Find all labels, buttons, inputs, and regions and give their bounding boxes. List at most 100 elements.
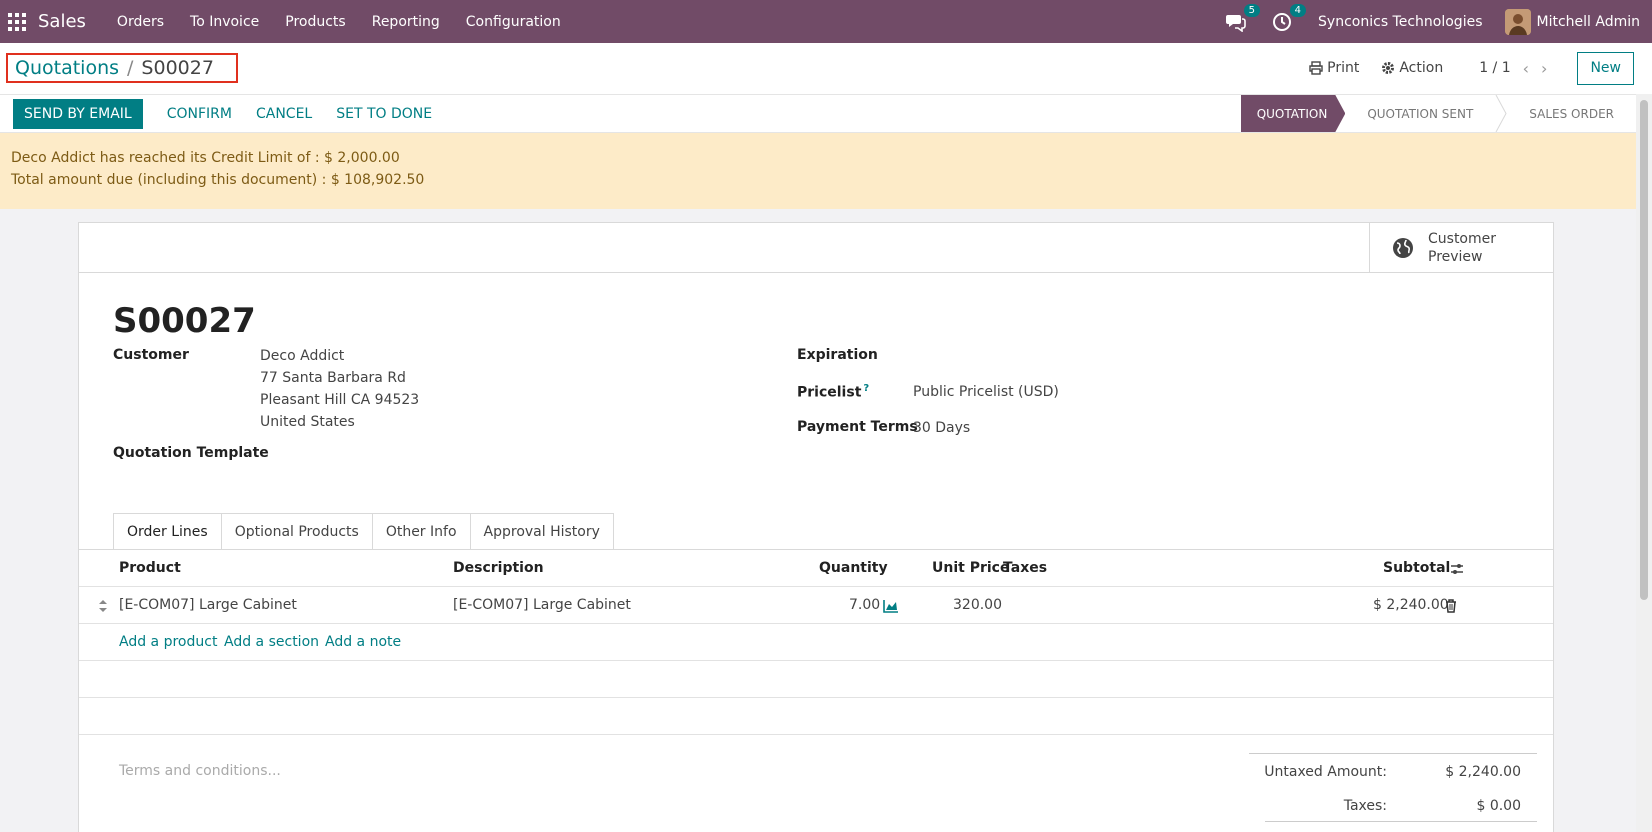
row-subtotal: $ 2,240.00: [1373, 597, 1449, 613]
pager: 1 / 1 ‹ ›: [1479, 59, 1547, 78]
confirm-button[interactable]: CONFIRM: [167, 106, 232, 122]
activities-button[interactable]: 4: [1272, 3, 1307, 32]
totals-block: Untaxed Amount: $ 2,240.00 Taxes: $ 0.00: [1249, 753, 1537, 822]
add-section-link[interactable]: Add a section: [224, 634, 319, 650]
taxes-label: Taxes:: [1343, 798, 1387, 814]
button-box: Customer Preview: [79, 223, 1553, 273]
notebook-tabs: Order Lines Optional Products Other Info…: [113, 513, 614, 550]
print-label: Print: [1327, 60, 1360, 76]
taxes-value: $ 0.00: [1476, 798, 1521, 814]
menu-orders[interactable]: Orders: [117, 14, 164, 30]
row-unit-price[interactable]: 320.00: [953, 597, 1002, 613]
order-title: S00027: [113, 301, 256, 341]
breadcrumb-separator: /: [127, 57, 134, 79]
row-quantity[interactable]: 7.00: [849, 597, 880, 613]
column-description[interactable]: Description: [453, 560, 544, 576]
payment-terms-field[interactable]: 30 Days: [913, 417, 970, 439]
menu-reporting[interactable]: Reporting: [372, 14, 440, 30]
empty-row: [79, 661, 1553, 698]
scrollbar-thumb[interactable]: [1640, 100, 1648, 600]
cancel-button[interactable]: CANCEL: [256, 106, 312, 122]
add-line-row: Add a product Add a section Add a note: [79, 624, 1553, 661]
globe-icon: [1393, 237, 1413, 258]
empty-row: [79, 698, 1553, 735]
app-name[interactable]: Sales: [38, 11, 86, 32]
quotation-template-label: Quotation Template: [113, 445, 269, 461]
print-button[interactable]: Print: [1309, 60, 1359, 76]
user-avatar[interactable]: [1504, 8, 1531, 35]
table-row[interactable]: [E-COM07] Large Cabinet [E-COM07] Large …: [79, 587, 1553, 624]
stage-quotation-sent[interactable]: QUOTATION SENT: [1345, 95, 1495, 132]
page-scrollbar[interactable]: [1636, 94, 1652, 832]
user-avatar-icon: [1504, 8, 1531, 35]
form-sheet: Customer Preview S00027 Customer Deco Ad…: [78, 222, 1554, 832]
add-product-link[interactable]: Add a product: [119, 634, 217, 650]
user-menu[interactable]: Mitchell Admin: [1537, 14, 1641, 30]
optional-columns-icon[interactable]: [1450, 562, 1464, 576]
forecast-chart-icon[interactable]: [883, 599, 899, 613]
pager-next-icon[interactable]: ›: [1541, 59, 1547, 78]
tab-other-info[interactable]: Other Info: [371, 513, 471, 550]
stage-quotation[interactable]: QUOTATION: [1241, 95, 1346, 132]
pricelist-help-icon[interactable]: ?: [863, 383, 869, 394]
tab-optional-products[interactable]: Optional Products: [220, 513, 373, 550]
pager-value[interactable]: 1 / 1: [1479, 60, 1510, 76]
tab-order-lines[interactable]: Order Lines: [113, 513, 222, 550]
stage-sales-order[interactable]: SALES ORDER: [1507, 95, 1636, 132]
column-unit-price[interactable]: Unit Price: [932, 560, 1009, 576]
totals-divider: [1265, 821, 1537, 822]
column-subtotal[interactable]: Subtotal: [1383, 560, 1450, 576]
company-switcher[interactable]: Synconics Technologies: [1318, 14, 1482, 30]
pager-previous-icon[interactable]: ‹: [1523, 59, 1529, 78]
messages-button[interactable]: 5: [1226, 3, 1261, 33]
breadcrumb-quotations-link[interactable]: Quotations: [15, 57, 119, 79]
column-product[interactable]: Product: [119, 560, 181, 576]
table-header-row: Product Description Quantity Unit Price …: [79, 550, 1553, 587]
customer-street: 77 Santa Barbara Rd: [260, 370, 406, 386]
untaxed-amount-label: Untaxed Amount:: [1264, 764, 1387, 780]
untaxed-amount-value: $ 2,240.00: [1445, 764, 1521, 780]
untaxed-amount-row: Untaxed Amount: $ 2,240.00: [1249, 754, 1537, 788]
action-button[interactable]: Action: [1381, 60, 1443, 76]
add-note-link[interactable]: Add a note: [325, 634, 401, 650]
clock-icon: [1273, 12, 1292, 31]
new-button[interactable]: New: [1577, 51, 1634, 85]
customer-label: Customer: [113, 347, 189, 363]
customer-field[interactable]: Deco Addict 77 Santa Barbara Rd Pleasant…: [260, 345, 419, 433]
column-quantity[interactable]: Quantity: [819, 560, 888, 576]
menu-products[interactable]: Products: [285, 14, 345, 30]
send-by-email-button[interactable]: SEND BY EMAIL: [13, 99, 143, 129]
menu-configuration[interactable]: Configuration: [466, 14, 561, 30]
row-description[interactable]: [E-COM07] Large Cabinet: [453, 597, 631, 613]
pricelist-label-text: Pricelist: [797, 384, 862, 401]
stage-separator-icon: [1495, 95, 1507, 132]
status-bar: SEND BY EMAIL CONFIRM CANCEL SET TO DONE…: [0, 94, 1636, 133]
customer-preview-button[interactable]: Customer Preview: [1369, 223, 1553, 272]
credit-limit-alert: Deco Addict has reached its Credit Limit…: [0, 133, 1636, 209]
apps-menu-icon[interactable]: [8, 12, 26, 31]
messages-badge: 5: [1243, 3, 1261, 17]
breadcrumb: Quotations / S00027: [6, 53, 238, 83]
column-taxes[interactable]: Taxes: [1003, 560, 1047, 576]
expiration-label: Expiration: [797, 347, 878, 363]
pricelist-label: Pricelist?: [797, 383, 869, 401]
menu-to-invoice[interactable]: To Invoice: [190, 14, 259, 30]
payment-terms-label: Payment Terms: [797, 419, 918, 435]
activities-badge: 4: [1289, 3, 1307, 17]
trash-icon[interactable]: [1445, 599, 1457, 613]
set-to-done-button[interactable]: SET TO DONE: [336, 106, 432, 122]
order-lines-table: Product Description Quantity Unit Price …: [79, 550, 1553, 735]
customer-country: United States: [260, 414, 355, 430]
row-product[interactable]: [E-COM07] Large Cabinet: [119, 597, 297, 613]
terms-and-conditions-field[interactable]: Terms and conditions...: [119, 763, 281, 779]
tab-approval-history[interactable]: Approval History: [469, 513, 614, 550]
control-panel: Quotations / S00027 Print Action 1 / 1 ‹…: [0, 43, 1652, 94]
breadcrumb-current: S00027: [141, 57, 214, 79]
drag-handle-icon[interactable]: [98, 599, 108, 613]
action-label: Action: [1399, 60, 1444, 76]
taxes-row: Taxes: $ 0.00: [1249, 788, 1537, 822]
chat-icon: [1226, 14, 1246, 33]
pricelist-field[interactable]: Public Pricelist (USD): [913, 381, 1059, 403]
stage-pipeline: QUOTATION QUOTATION SENT SALES ORDER: [1241, 95, 1636, 132]
credit-limit-message: Deco Addict has reached its Credit Limit…: [11, 150, 400, 166]
